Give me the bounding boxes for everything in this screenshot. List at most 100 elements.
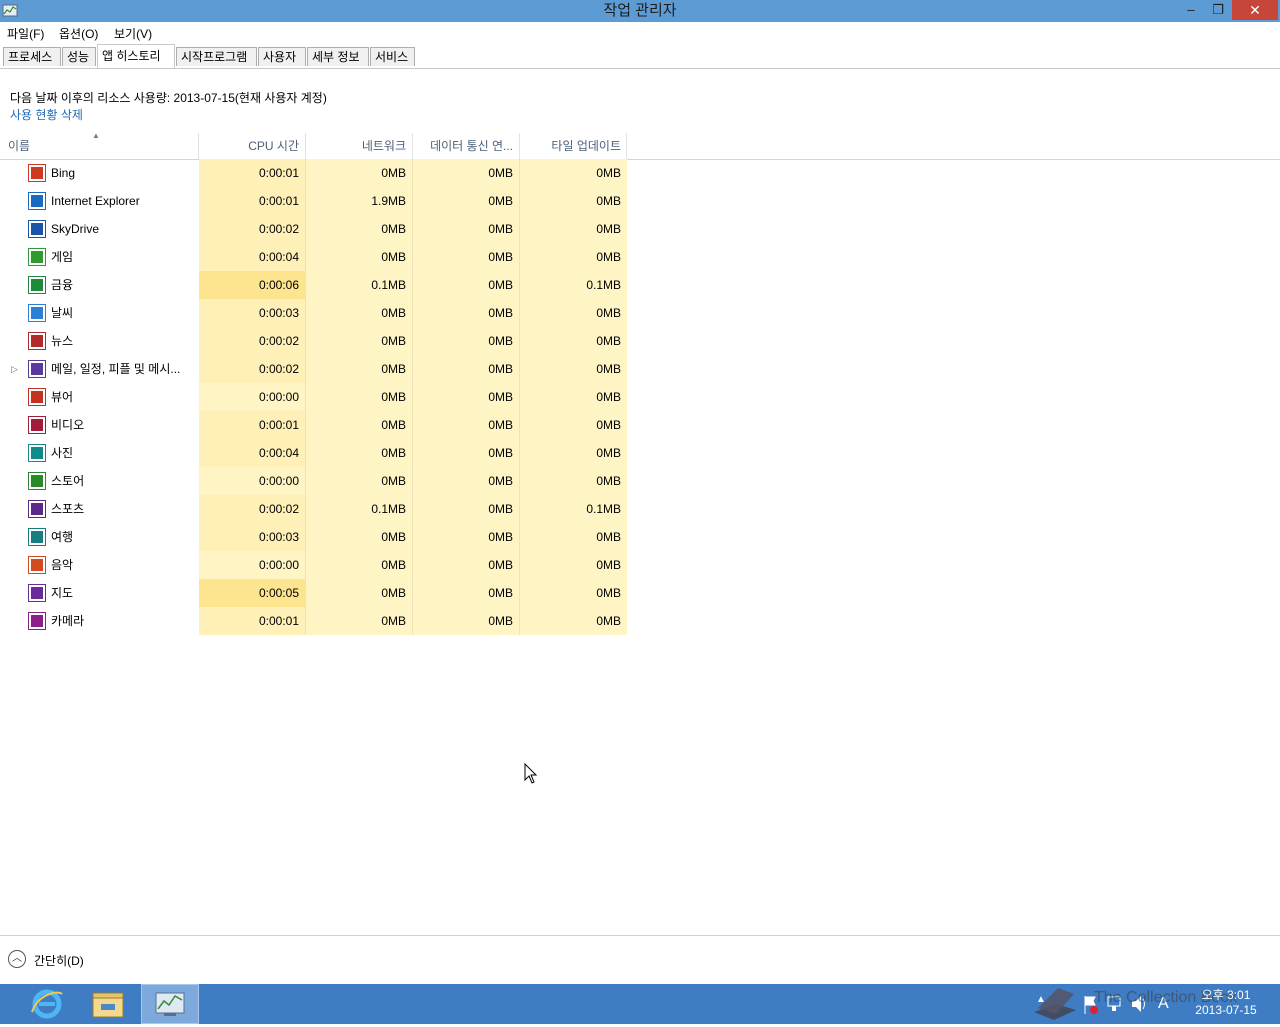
menu-file[interactable]: 파일(F) — [7, 25, 44, 42]
column-header-tile-updates[interactable]: 타일 업데이트 — [520, 133, 627, 159]
app-name: 스포츠 — [51, 502, 85, 516]
restore-button[interactable]: ❐ — [1207, 0, 1229, 20]
tile-updates-cell: 0MB — [520, 187, 627, 215]
skydrive-icon — [28, 220, 46, 238]
network-cell: 0MB — [306, 411, 412, 439]
show-hidden-icons-icon[interactable]: ▲ — [1036, 994, 1046, 1014]
tab-users[interactable]: 사용자 — [258, 47, 306, 66]
table-row[interactable]: Internet Explorer 0:00:01 1.9MB 0MB 0MB — [0, 187, 627, 215]
table-row[interactable]: ▷ 메일, 일정, 피플 및 메시... 0:00:02 0MB 0MB 0MB — [0, 355, 627, 383]
tile-updates-cell: 0MB — [520, 467, 627, 495]
table-row[interactable]: 금융 0:00:06 0.1MB 0MB 0.1MB — [0, 271, 627, 299]
table-row[interactable]: Bing 0:00:01 0MB 0MB 0MB — [0, 159, 627, 187]
table-row[interactable]: 뉴스 0:00:02 0MB 0MB 0MB — [0, 327, 627, 355]
app-name: 금융 — [51, 278, 74, 292]
close-button[interactable]: ✕ — [1232, 0, 1278, 20]
mouse-cursor-icon — [524, 763, 538, 784]
table-row[interactable]: 날씨 0:00:03 0MB 0MB 0MB — [0, 299, 627, 327]
maps-icon — [28, 584, 46, 602]
app-name: 지도 — [51, 586, 74, 600]
mail-calendar-icon — [28, 360, 46, 378]
metered-network-cell: 0MB — [413, 299, 519, 327]
app-name: 음악 — [51, 558, 74, 572]
metered-network-cell: 0MB — [413, 551, 519, 579]
tile-updates-cell: 0MB — [520, 215, 627, 243]
taskbar-file-explorer[interactable] — [79, 984, 137, 1024]
fewer-details-link[interactable]: 간단히(D) — [34, 952, 84, 969]
tab-processes[interactable]: 프로세스 — [3, 47, 61, 66]
app-name: 카메라 — [51, 614, 85, 628]
column-header-metered-network[interactable]: 데이터 통신 연... — [413, 133, 519, 159]
network-cell: 0MB — [306, 159, 412, 187]
network-cell: 0MB — [306, 439, 412, 467]
taskbar: ▲ A — [0, 984, 1280, 1024]
tile-updates-cell: 0.1MB — [520, 271, 627, 299]
finance-icon — [28, 276, 46, 294]
column-grid-line — [519, 159, 520, 635]
column-header-cpu-time[interactable]: CPU 시간 — [199, 133, 305, 159]
cpu-time-cell: 0:00:06 — [199, 271, 305, 299]
app-name: Internet Explorer — [51, 194, 140, 208]
column-header-network[interactable]: 네트워크 — [306, 133, 412, 159]
minimize-button[interactable]: – — [1180, 0, 1202, 20]
table-row[interactable]: 카메라 0:00:01 0MB 0MB 0MB — [0, 607, 627, 635]
tile-updates-cell: 0MB — [520, 327, 627, 355]
metered-network-cell: 0MB — [413, 495, 519, 523]
cpu-time-cell: 0:00:01 — [199, 411, 305, 439]
cpu-time-cell: 0:00:01 — [199, 187, 305, 215]
column-header-name[interactable]: 이름 — [8, 133, 198, 159]
usage-since-text: 다음 날짜 이후의 리소스 사용량: 2013-07-15(현재 사용자 계정) — [10, 91, 327, 105]
tab-performance[interactable]: 성능 — [62, 47, 96, 66]
tile-updates-cell: 0MB — [520, 159, 627, 187]
cpu-time-cell: 0:00:00 — [199, 467, 305, 495]
cpu-time-cell: 0:00:02 — [199, 327, 305, 355]
column-divider[interactable] — [626, 133, 627, 159]
taskbar-internet-explorer[interactable] — [18, 984, 76, 1024]
app-name: Bing — [51, 166, 76, 180]
taskbar-clock[interactable]: 오후 3:01 2013-07-15 — [1180, 988, 1272, 1018]
network-cell: 0MB — [306, 383, 412, 411]
cpu-time-cell: 0:00:00 — [199, 383, 305, 411]
table-row[interactable]: 여행 0:00:03 0MB 0MB 0MB — [0, 523, 627, 551]
table-row[interactable]: 뷰어 0:00:00 0MB 0MB 0MB — [0, 383, 627, 411]
task-manager-icon — [155, 992, 185, 1016]
expand-chevron-icon[interactable]: ▷ — [11, 355, 18, 383]
table-row[interactable]: 비디오 0:00:01 0MB 0MB 0MB — [0, 411, 627, 439]
camera-icon — [28, 612, 46, 630]
tab-startup[interactable]: 시작프로그램 — [176, 47, 257, 66]
cpu-time-cell: 0:00:01 — [199, 159, 305, 187]
store-icon — [28, 472, 46, 490]
table-row[interactable]: 스토어 0:00:00 0MB 0MB 0MB — [0, 467, 627, 495]
metered-network-cell: 0MB — [413, 411, 519, 439]
menu-options[interactable]: 옵션(O) — [59, 25, 98, 42]
collapse-chevron-up-icon[interactable]: ︿ — [8, 950, 26, 968]
cpu-time-cell: 0:00:01 — [199, 607, 305, 635]
tile-updates-cell: 0MB — [520, 411, 627, 439]
network-cell: 0.1MB — [306, 495, 412, 523]
network-cell: 0MB — [306, 579, 412, 607]
app-name: 날씨 — [51, 306, 74, 320]
tab-app-history[interactable]: 앱 히스토리 — [97, 44, 175, 68]
table-row[interactable]: 지도 0:00:05 0MB 0MB 0MB — [0, 579, 627, 607]
weather-icon — [28, 304, 46, 322]
table-row[interactable]: 게임 0:00:04 0MB 0MB 0MB — [0, 243, 627, 271]
tab-services[interactable]: 서비스 — [370, 47, 415, 66]
taskbar-task-manager[interactable] — [141, 984, 199, 1024]
metered-network-cell: 0MB — [413, 383, 519, 411]
network-cell: 0MB — [306, 607, 412, 635]
delete-usage-history-link[interactable]: 사용 현황 삭제 — [10, 106, 83, 123]
tab-details[interactable]: 세부 정보 — [307, 47, 369, 66]
folder-icon — [92, 992, 124, 1018]
menu-view[interactable]: 보기(V) — [114, 25, 152, 42]
tile-updates-cell: 0.1MB — [520, 495, 627, 523]
window-title: 작업 관리자 — [603, 2, 677, 19]
table-row[interactable]: 음악 0:00:00 0MB 0MB 0MB — [0, 551, 627, 579]
table-row[interactable]: SkyDrive 0:00:02 0MB 0MB 0MB — [0, 215, 627, 243]
table-row[interactable]: 사진 0:00:04 0MB 0MB 0MB — [0, 439, 627, 467]
sports-icon — [28, 500, 46, 518]
network-cell: 0MB — [306, 243, 412, 271]
network-cell: 0MB — [306, 299, 412, 327]
reader-icon — [28, 388, 46, 406]
network-cell: 0MB — [306, 523, 412, 551]
table-row[interactable]: 스포츠 0:00:02 0.1MB 0MB 0.1MB — [0, 495, 627, 523]
